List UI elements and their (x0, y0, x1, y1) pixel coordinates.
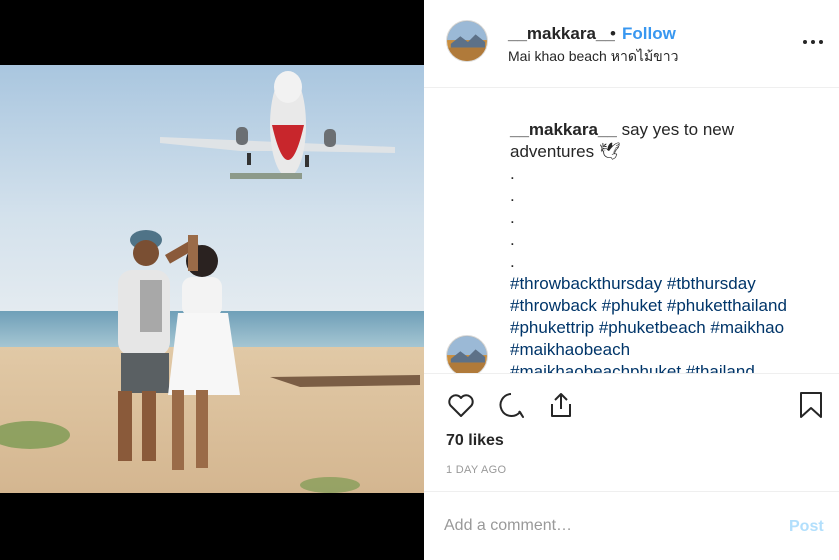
comments-area: __makkara__ say yes to new adventures 🕊 … (424, 89, 839, 373)
caption-dot: . (510, 164, 515, 183)
post-timestamp: 1 DAY AGO (446, 464, 507, 476)
post-comment-button[interactable]: Post (789, 518, 824, 536)
caption-text-line2: adventures 🕊 (510, 142, 621, 161)
caption-dot: . (510, 230, 515, 249)
share-icon[interactable] (546, 390, 576, 420)
comment-icon[interactable] (496, 390, 526, 420)
post-location[interactable]: Mai khao beach หาดไม้ขาว (508, 46, 678, 68)
instagram-post-modal: __makkara__ • Follow Mai khao beach หาดไ… (0, 0, 839, 560)
post-caption: __makkara__ say yes to new adventures 🕊 … (510, 119, 820, 373)
post-actions: 70 likes 1 DAY AGO Post (424, 373, 839, 560)
heart-icon[interactable] (446, 390, 476, 420)
bookmark-icon[interactable] (796, 390, 826, 420)
post-side-panel: __makkara__ • Follow Mai khao beach หาดไ… (424, 0, 839, 560)
hashtag-line[interactable]: #throwbackthursday #tbthursday (510, 273, 820, 295)
separator-dot: • (610, 24, 616, 43)
comment-input[interactable] (444, 510, 764, 542)
caption-dot: . (510, 186, 515, 205)
hashtag-line[interactable]: #maikhaobeach (510, 339, 820, 361)
caption-dot: . (510, 208, 515, 227)
caption-username[interactable]: __makkara__ (510, 120, 617, 139)
likes-count[interactable]: 70 likes (446, 432, 504, 450)
caption-dot: . (510, 252, 515, 271)
media-panel (0, 0, 424, 560)
caption-text: say yes to new (621, 120, 735, 139)
post-header: __makkara__ • Follow Mai khao beach หาดไ… (424, 0, 839, 88)
avatar[interactable] (446, 20, 488, 62)
hashtag-line[interactable]: #phukettrip #phuketbeach #maikhao (510, 317, 820, 339)
hashtag-line[interactable]: #maikhaobeachphuket #thailand (510, 361, 820, 373)
caption-avatar[interactable] (446, 335, 488, 373)
post-username[interactable]: __makkara__ (508, 24, 615, 44)
hashtag-line[interactable]: #throwback #phuket #phuketthailand (510, 295, 820, 317)
more-horizontal-icon[interactable] (801, 34, 825, 50)
comment-box: Post (424, 491, 839, 560)
follow-button[interactable]: Follow (622, 24, 676, 44)
post-photo[interactable] (0, 65, 424, 493)
